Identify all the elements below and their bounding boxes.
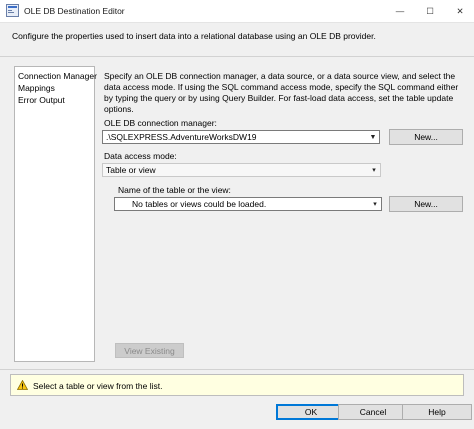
new-table-button[interactable]: New... [389,196,463,212]
ok-button[interactable]: OK [276,404,346,420]
dialog-description: Configure the properties used to insert … [12,31,376,41]
status-bar: Select a table or view from the list. [10,374,464,396]
navigation-list: Connection Manager Mappings Error Output [14,66,97,362]
data-access-mode-value: Table or view [106,165,156,175]
window-title: OLE DB Destination Editor [24,6,125,16]
table-name-value: No tables or views could be loaded. [132,199,267,209]
nav-item-connection-manager[interactable]: Connection Manager [17,70,97,82]
help-button[interactable]: Help [402,404,472,420]
maximize-icon: ☐ [426,5,434,16]
chevron-down-icon: ▾ [372,167,376,174]
instructions-text: Specify an OLE DB connection manager, a … [104,71,459,114]
divider [0,369,474,370]
data-access-mode-combo[interactable]: Table or view ▾ [102,163,381,177]
close-button[interactable]: ✕ [446,0,474,22]
view-existing-button[interactable]: View Existing [115,343,184,358]
app-icon [6,4,19,17]
connection-manager-combo[interactable]: .\SQLEXPRESS.AdventureWorksDW19 ▼ [102,130,380,144]
maximize-button[interactable]: ☐ [416,0,444,22]
table-name-combo[interactable]: No tables or views could be loaded. ▾ [114,197,382,211]
minimize-button[interactable]: — [386,0,414,22]
nav-item-mappings[interactable]: Mappings [17,82,92,94]
connection-manager-label: OLE DB connection manager: [104,118,217,128]
data-access-mode-label: Data access mode: [104,151,177,161]
warning-icon [16,379,29,390]
nav-item-error-output[interactable]: Error Output [17,94,92,106]
cancel-button[interactable]: Cancel [338,404,408,420]
chevron-down-icon: ▾ [373,201,377,208]
new-connection-button[interactable]: New... [389,129,463,145]
table-name-label: Name of the table or the view: [118,185,231,195]
divider [0,56,474,57]
dropdown-arrow-icon: ▼ [369,133,377,141]
title-bar: OLE DB Destination Editor — ☐ ✕ [0,0,474,23]
close-icon: ✕ [456,5,464,16]
status-message: Select a table or view from the list. [33,381,163,391]
minimize-icon: — [395,6,405,16]
connection-manager-value: .\SQLEXPRESS.AdventureWorksDW19 [106,132,257,142]
